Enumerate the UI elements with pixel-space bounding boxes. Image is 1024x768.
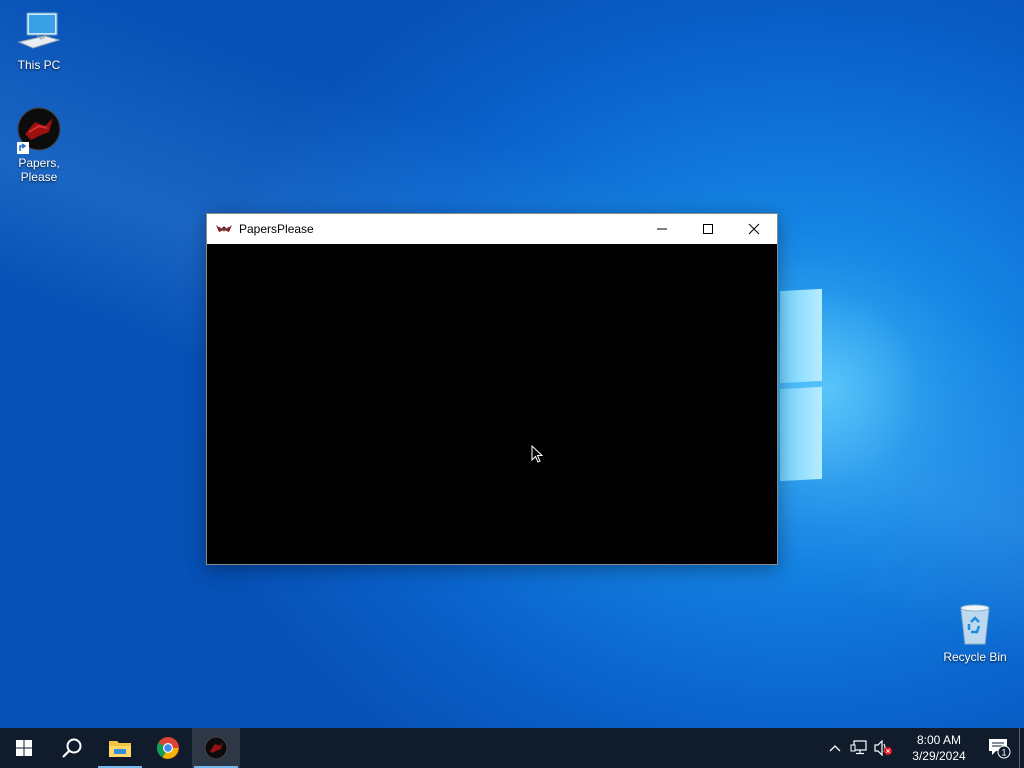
clock-time: 8:00 AM (916, 733, 962, 747)
windows-wallpaper-logo (780, 288, 822, 482)
maximize-button[interactable] (685, 214, 731, 244)
desktop-icon-papers-please[interactable]: Papers, Please (0, 106, 79, 184)
start-button[interactable] (0, 728, 48, 768)
desktop-icon-label: This PC (17, 58, 61, 72)
game-viewport[interactable] (207, 244, 777, 564)
papers-please-icon (17, 107, 61, 154)
window-title: PapersPlease (239, 222, 314, 236)
taskbar-file-explorer[interactable] (96, 728, 144, 768)
close-icon (748, 223, 760, 235)
chevron-up-icon (829, 745, 841, 752)
network-button[interactable] (847, 728, 871, 768)
papers-please-window[interactable]: PapersPlease (206, 213, 778, 565)
volume-muted-icon (874, 740, 892, 756)
desktop-icon-label: Recycle Bin (943, 650, 1007, 664)
desktop-icon-label: Papers, Please (18, 156, 60, 184)
papers-please-app-icon (216, 225, 232, 232)
clock-date: 3/29/2024 (912, 749, 966, 763)
close-button[interactable] (731, 214, 777, 244)
notification-count: 1 (1001, 748, 1006, 758)
chrome-icon (157, 737, 179, 759)
minimize-button[interactable] (639, 214, 685, 244)
taskbar-chrome[interactable] (144, 728, 192, 768)
taskbar-clock[interactable]: 8:00 AM 3/29/2024 (899, 732, 979, 764)
minimize-icon (657, 228, 667, 230)
computer-icon (17, 12, 61, 49)
taskbar: 8:00 AM 3/29/2024 1 (0, 728, 1024, 768)
desktop-icon-this-pc[interactable]: This PC (0, 8, 79, 72)
desktop-icon-recycle-bin[interactable]: Recycle Bin (935, 600, 1015, 664)
notification-icon: 1 (989, 739, 1011, 759)
system-tray: 8:00 AM 3/29/2024 1 (823, 728, 1024, 768)
window-titlebar[interactable]: PapersPlease (207, 214, 777, 244)
show-desktop-button[interactable] (1019, 728, 1024, 768)
recycle-bin-icon (960, 604, 990, 645)
search-icon (62, 738, 82, 758)
show-hidden-icons-button[interactable] (823, 728, 847, 768)
search-button[interactable] (48, 728, 96, 768)
mouse-cursor-icon (531, 445, 543, 463)
file-explorer-icon (109, 741, 131, 757)
papers-please-icon (204, 736, 228, 760)
network-icon (850, 740, 867, 755)
action-center-button[interactable]: 1 (979, 728, 1019, 768)
windows-start-icon (16, 740, 32, 756)
maximize-icon (703, 224, 713, 234)
taskbar-papers-please[interactable] (192, 728, 240, 768)
volume-button[interactable] (871, 728, 895, 768)
